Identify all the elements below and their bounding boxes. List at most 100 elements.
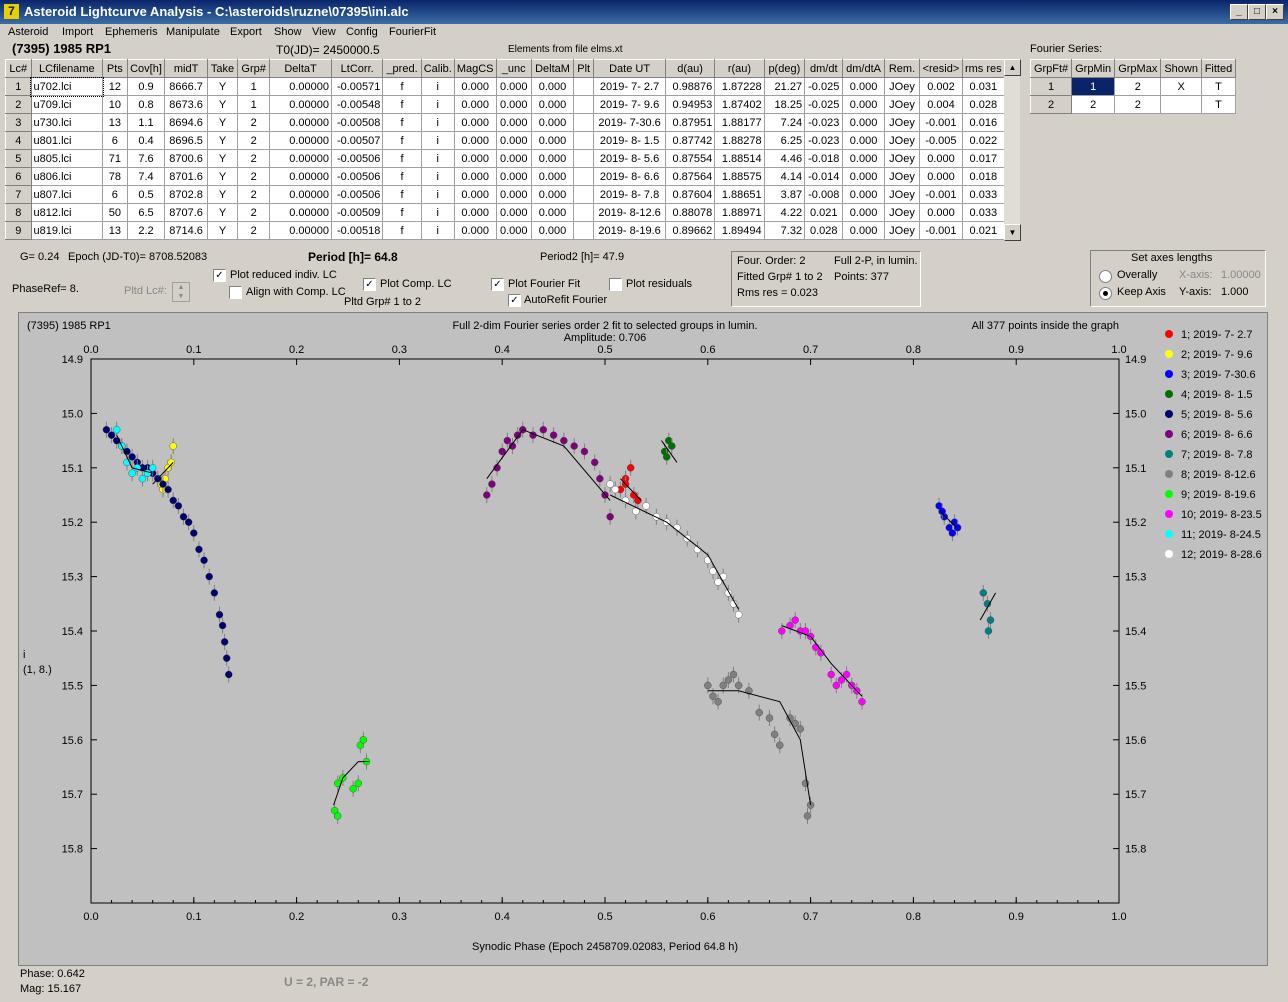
table-cell[interactable]: 0.4 <box>126 131 166 150</box>
column-header[interactable]: _unc <box>495 59 532 78</box>
table-cell[interactable]: 0.98876 <box>664 77 716 96</box>
table-cell[interactable]: 1 <box>5 77 32 96</box>
fourier-cell[interactable]: 2 <box>1071 95 1116 114</box>
table-cell[interactable]: 1 <box>237 77 271 96</box>
table-cell[interactable]: 0.00000 <box>269 185 332 204</box>
yaxis-value[interactable]: 1.000 <box>1221 286 1249 298</box>
table-cell[interactable]: 8707.6 <box>164 203 208 222</box>
table-cell[interactable]: 5 <box>5 149 32 168</box>
column-header[interactable]: dm/dtA <box>842 59 885 78</box>
plot-reduced-checkbox[interactable]: ✓ <box>213 269 226 282</box>
table-cell[interactable]: 0.000 <box>842 95 885 114</box>
table-cell[interactable]: 0.021 <box>804 203 844 222</box>
table-cell[interactable]: u709.lci <box>30 95 104 114</box>
table-row[interactable]: 4 u801.lci 6 0.4 8696.5 Y 2 0.00000 -0.00507 f i 0.… <box>5 131 1006 150</box>
table-cell[interactable]: 2019- 8- 6.6 <box>593 167 666 186</box>
table-cell[interactable]: 8666.7 <box>164 77 208 96</box>
table-cell[interactable]: 6 <box>102 185 128 204</box>
table-row[interactable]: 1 u702.lci 12 0.9 8666.7 Y 1 0.00000 -0.00571 f i 0… <box>5 76 1006 97</box>
table-cell[interactable]: 0.00000 <box>269 167 332 186</box>
menu-show[interactable]: Show <box>274 26 302 38</box>
plot-fourier-checkbox[interactable]: ✓ <box>491 278 504 291</box>
table-cell[interactable]: 7 <box>5 185 32 204</box>
table-row[interactable]: 8 u812.lci 50 6.5 8707.6 Y 2 0.00000 -0.00509 f i 0… <box>5 203 1006 222</box>
table-cell[interactable]: 78 <box>102 167 128 186</box>
table-cell[interactable]: -0.023 <box>804 113 844 132</box>
table-cell[interactable]: 1.88971 <box>714 203 765 222</box>
keep-axis-radio[interactable] <box>1099 287 1112 300</box>
pltd-lc-spinner[interactable]: ▲ ▼ <box>172 282 190 302</box>
table-cell[interactable]: 0.89662 <box>664 221 716 240</box>
table-cell[interactable]: Y <box>206 131 239 150</box>
table-cell[interactable]: 0.000 <box>453 77 497 96</box>
table-cell[interactable]: 0.000 <box>453 149 497 168</box>
table-cell[interactable]: f <box>382 131 422 150</box>
table-cell[interactable]: 0.000 <box>530 185 575 204</box>
table-cell[interactable]: Y <box>206 167 239 186</box>
table-cell[interactable]: i <box>420 149 455 168</box>
table-cell[interactable]: 0.87604 <box>664 185 716 204</box>
scroll-down-icon[interactable]: ▼ <box>1004 224 1021 241</box>
table-cell[interactable]: 0.002 <box>919 77 963 96</box>
table-cell[interactable]: 1 <box>237 95 271 114</box>
maximize-button[interactable]: □ <box>1248 4 1266 20</box>
table-cell[interactable]: i <box>420 131 455 150</box>
table-cell[interactable]: 0.022 <box>961 131 1006 150</box>
table-cell[interactable]: 0.87554 <box>664 149 716 168</box>
table-cell[interactable]: 0.000 <box>842 113 885 132</box>
phaseref-value[interactable]: PhaseRef= 8. <box>12 283 79 295</box>
table-cell[interactable]: 0.000 <box>453 203 497 222</box>
table-cell[interactable]: 0.000 <box>495 221 532 240</box>
table-row[interactable]: 2 u709.lci 10 0.8 8673.6 Y 1 0.00000 -0.00548 f i 0… <box>5 95 1006 114</box>
fourier-cell[interactable]: 1 <box>1029 77 1073 96</box>
table-cell[interactable]: 0.000 <box>453 113 497 132</box>
column-header[interactable]: <resid> <box>919 59 963 78</box>
table-cell[interactable]: 2 <box>237 203 271 222</box>
table-cell[interactable]: 0.00000 <box>269 77 332 96</box>
table-cell[interactable]: 2019- 8-19.6 <box>593 221 666 240</box>
fourier-cell[interactable]: X <box>1160 77 1202 96</box>
plot-panel[interactable]: 0.0 0.0 0.1 0.1 0.2 0.2 0.3 0.3 0.4 0.4 0.5 0.5 0.6 0… <box>18 312 1268 966</box>
table-cell[interactable]: 0.000 <box>530 221 575 240</box>
fourier-cell[interactable]: T <box>1200 77 1237 96</box>
table-cell[interactable]: 9 <box>5 221 32 240</box>
table-cell[interactable]: 3.87 <box>763 185 806 204</box>
fourier-cell[interactable]: 2 <box>1114 95 1162 114</box>
table-cell[interactable]: 8702.8 <box>164 185 208 204</box>
table-cell[interactable]: 7.6 <box>126 149 166 168</box>
table-row[interactable]: 6 u806.lci 78 7.4 8701.6 Y 2 0.00000 -0.00506 f i 0… <box>5 167 1006 186</box>
table-cell[interactable]: 0.000 <box>530 131 575 150</box>
table-cell[interactable]: 4.22 <box>763 203 806 222</box>
table-cell[interactable]: JOey <box>883 113 921 132</box>
table-cell[interactable]: i <box>420 95 455 114</box>
table-cell[interactable]: i <box>420 185 455 204</box>
table-cell[interactable]: 0.000 <box>495 185 532 204</box>
table-cell[interactable]: 1.88651 <box>714 185 765 204</box>
table-cell[interactable]: 0.87951 <box>664 113 716 132</box>
table-cell[interactable]: 0.004 <box>919 95 963 114</box>
table-cell[interactable]: 0.000 <box>842 131 885 150</box>
table-cell[interactable]: 0.94953 <box>664 95 716 114</box>
column-header[interactable]: LCfilename <box>30 59 104 78</box>
table-cell[interactable]: -0.00506 <box>330 149 384 168</box>
table-cell[interactable]: 0.000 <box>453 95 497 114</box>
table-cell[interactable]: f <box>382 95 422 114</box>
fourier-column-header[interactable]: GrpMin <box>1071 59 1116 78</box>
table-cell[interactable]: 8694.6 <box>164 113 208 132</box>
table-cell[interactable]: 0.000 <box>842 167 885 186</box>
table-cell[interactable]: 0.00000 <box>269 131 332 150</box>
plot-residuals-checkbox[interactable] <box>609 278 622 291</box>
table-cell[interactable]: u730.lci <box>30 113 104 132</box>
table-cell[interactable]: 2 <box>237 185 271 204</box>
table-cell[interactable]: 7.4 <box>126 167 166 186</box>
column-header[interactable]: d(au) <box>664 59 716 78</box>
table-cell[interactable]: 0.00000 <box>269 113 332 132</box>
table-cell[interactable]: 0.000 <box>495 203 532 222</box>
table-cell[interactable]: -0.018 <box>804 149 844 168</box>
table-cell[interactable]: Y <box>206 221 239 240</box>
table-cell[interactable]: 0.000 <box>453 185 497 204</box>
table-cell[interactable]: f <box>382 203 422 222</box>
table-cell[interactable]: JOey <box>883 203 921 222</box>
column-header[interactable]: Cov[h] <box>126 59 166 78</box>
table-cell[interactable]: 1.88177 <box>714 113 765 132</box>
